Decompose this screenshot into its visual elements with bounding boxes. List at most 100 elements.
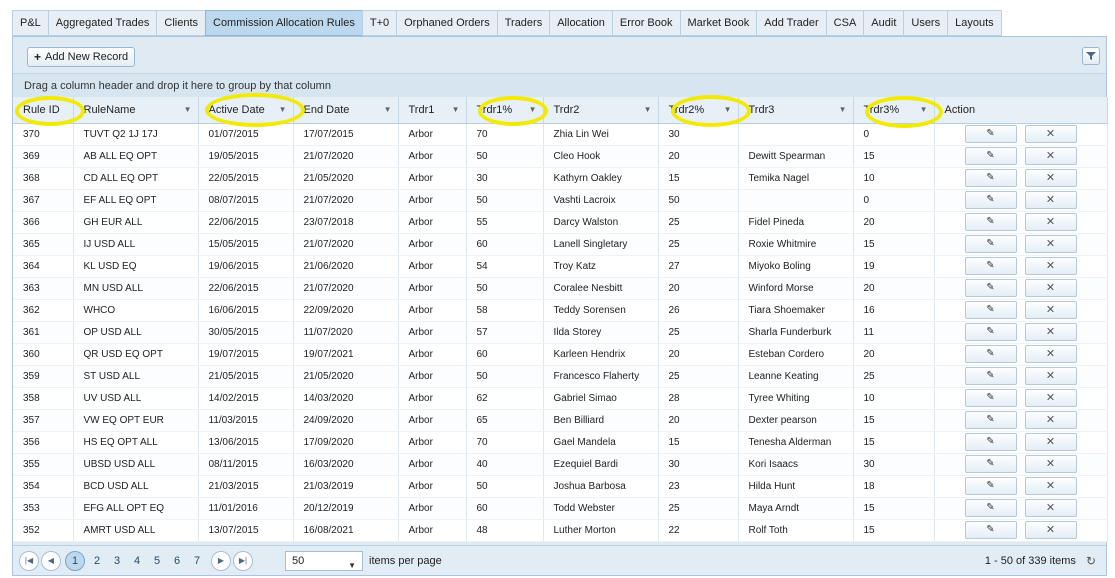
tab-orphaned-orders[interactable]: Orphaned Orders bbox=[396, 10, 497, 36]
table-row[interactable]: 361 OP USD ALL 30/05/2015 11/07/2020 Arbor 57… bbox=[13, 321, 1108, 344]
refresh-icon[interactable]: ↻ bbox=[1086, 554, 1096, 568]
table-row[interactable]: 367 EF ALL EQ OPT 08/07/2015 21/07/2020 Arbo… bbox=[13, 189, 1108, 212]
edit-button[interactable]: ✎ bbox=[964, 411, 1017, 429]
delete-button[interactable]: ✕ bbox=[1024, 521, 1077, 539]
edit-button[interactable]: ✎ bbox=[964, 389, 1017, 407]
delete-button[interactable]: ✕ bbox=[1024, 389, 1077, 407]
prev-page-icon[interactable]: ◀ bbox=[41, 550, 61, 571]
chevron-down-icon[interactable]: ▼ bbox=[279, 105, 287, 114]
edit-button[interactable]: ✎ bbox=[964, 147, 1017, 165]
column-header-active-date[interactable]: Active Date ▼ bbox=[198, 97, 294, 124]
tab-clients[interactable]: Clients bbox=[156, 10, 205, 36]
table-row[interactable]: 366 GH EUR ALL 22/06/2015 23/07/2018 Arbor 55… bbox=[13, 211, 1108, 234]
chevron-down-icon[interactable]: ▼ bbox=[839, 105, 847, 114]
page-link-5[interactable]: 5 bbox=[147, 555, 167, 567]
edit-button[interactable]: ✎ bbox=[964, 433, 1017, 451]
tab-users[interactable]: Users bbox=[903, 10, 948, 36]
delete-button[interactable]: ✕ bbox=[1024, 169, 1077, 187]
delete-button[interactable]: ✕ bbox=[1024, 191, 1077, 209]
tab-allocation[interactable]: Allocation bbox=[549, 10, 612, 36]
delete-button[interactable]: ✕ bbox=[1024, 345, 1077, 363]
table-row[interactable]: 362 WHCO 16/06/2015 22/09/2020 Arbor 58 Teddy … bbox=[13, 299, 1108, 322]
delete-button[interactable]: ✕ bbox=[1024, 235, 1077, 253]
tab-t-0[interactable]: T+0 bbox=[361, 10, 397, 36]
column-header-trdr3-pct[interactable]: Trdr3% ▼ bbox=[853, 97, 935, 124]
tab-audit[interactable]: Audit bbox=[863, 10, 904, 36]
page-link-1[interactable]: 1 bbox=[65, 550, 85, 571]
tab-csa[interactable]: CSA bbox=[825, 10, 864, 36]
table-row[interactable]: 360 QR USD EQ OPT 19/07/2015 19/07/2021 Arbo… bbox=[13, 343, 1108, 366]
edit-button[interactable]: ✎ bbox=[964, 125, 1017, 143]
column-header-trdr3[interactable]: Trdr3 ▼ bbox=[738, 97, 854, 124]
page-link-3[interactable]: 3 bbox=[107, 555, 127, 567]
table-row[interactable]: 354 BCD USD ALL 21/03/2015 21/03/2019 Arbor 5… bbox=[13, 475, 1108, 498]
edit-button[interactable]: ✎ bbox=[964, 213, 1017, 231]
edit-button[interactable]: ✎ bbox=[964, 191, 1017, 209]
filter-icon[interactable] bbox=[1082, 47, 1100, 65]
column-header-rule-id[interactable]: Rule ID bbox=[13, 97, 74, 124]
tab-error-book[interactable]: Error Book bbox=[611, 10, 680, 36]
edit-button[interactable]: ✎ bbox=[964, 521, 1017, 539]
delete-button[interactable]: ✕ bbox=[1024, 455, 1077, 473]
column-header-end-date[interactable]: End Date ▼ bbox=[293, 97, 399, 124]
table-row[interactable]: 352 AMRT USD ALL 13/07/2015 16/08/2021 Arbor… bbox=[13, 519, 1108, 542]
table-row[interactable]: 369 AB ALL EQ OPT 19/05/2015 21/07/2020 Arbo… bbox=[13, 145, 1108, 168]
table-row[interactable]: 358 UV USD ALL 14/02/2015 14/03/2020 Arbor 62… bbox=[13, 387, 1108, 410]
delete-button[interactable]: ✕ bbox=[1024, 433, 1077, 451]
chevron-down-icon[interactable]: ▼ bbox=[384, 105, 392, 114]
first-page-icon[interactable]: |◀ bbox=[19, 550, 39, 571]
edit-button[interactable]: ✎ bbox=[964, 455, 1017, 473]
chevron-down-icon[interactable]: ▼ bbox=[184, 105, 192, 114]
next-page-icon[interactable]: ▶ bbox=[211, 550, 231, 571]
table-row[interactable]: 364 KL USD EQ 19/06/2015 21/06/2020 Arbor 54 T… bbox=[13, 255, 1108, 278]
edit-button[interactable]: ✎ bbox=[964, 169, 1017, 187]
chevron-down-icon[interactable]: ▼ bbox=[920, 105, 928, 114]
table-row[interactable]: 356 HS EQ OPT ALL 13/06/2015 17/09/2020 Arbo… bbox=[13, 431, 1108, 454]
edit-button[interactable]: ✎ bbox=[964, 279, 1017, 297]
column-header-trdr1[interactable]: Trdr1 ▼ bbox=[398, 97, 467, 124]
edit-button[interactable]: ✎ bbox=[964, 301, 1017, 319]
delete-button[interactable]: ✕ bbox=[1024, 499, 1077, 517]
tab-p-l[interactable]: P&L bbox=[12, 10, 48, 36]
column-header-trdr2-pct[interactable]: Trdr2% ▼ bbox=[658, 97, 739, 124]
delete-button[interactable]: ✕ bbox=[1024, 323, 1077, 341]
column-header-trdr1-pct[interactable]: Trdr1% ▼ bbox=[466, 97, 544, 124]
edit-button[interactable]: ✎ bbox=[964, 499, 1017, 517]
delete-button[interactable]: ✕ bbox=[1024, 301, 1077, 319]
edit-button[interactable]: ✎ bbox=[964, 367, 1017, 385]
table-row[interactable]: 359 ST USD ALL 21/05/2015 21/05/2020 Arbor 50… bbox=[13, 365, 1108, 388]
table-row[interactable]: 355 UBSD USD ALL 08/11/2015 16/03/2020 Arbor… bbox=[13, 453, 1108, 476]
add-new-record-button[interactable]: + Add New Record bbox=[27, 47, 136, 67]
delete-button[interactable]: ✕ bbox=[1024, 279, 1077, 297]
last-page-icon[interactable]: ▶| bbox=[233, 550, 253, 571]
tab-layouts[interactable]: Layouts bbox=[947, 10, 1002, 36]
chevron-down-icon[interactable]: ▼ bbox=[724, 105, 732, 114]
page-link-4[interactable]: 4 bbox=[127, 555, 147, 567]
edit-button[interactable]: ✎ bbox=[964, 257, 1017, 275]
table-row[interactable]: 353 EFG ALL OPT EQ 11/01/2016 20/12/2019 Arb… bbox=[13, 497, 1108, 520]
table-row[interactable]: 370 TUVT Q2 1J 17J 01/07/2015 17/07/2015 Arb… bbox=[13, 123, 1108, 146]
edit-button[interactable]: ✎ bbox=[964, 323, 1017, 341]
delete-button[interactable]: ✕ bbox=[1024, 213, 1077, 231]
table-row[interactable]: 368 CD ALL EQ OPT 22/05/2015 21/05/2020 Arbo… bbox=[13, 167, 1108, 190]
tab-add-trader[interactable]: Add Trader bbox=[756, 10, 826, 36]
delete-button[interactable]: ✕ bbox=[1024, 125, 1077, 143]
edit-button[interactable]: ✎ bbox=[964, 477, 1017, 495]
delete-button[interactable]: ✕ bbox=[1024, 257, 1077, 275]
chevron-down-icon[interactable]: ▼ bbox=[452, 105, 460, 114]
table-row[interactable]: 363 MN USD ALL 22/06/2015 21/07/2020 Arbor 50… bbox=[13, 277, 1108, 300]
chevron-down-icon[interactable]: ▼ bbox=[529, 105, 537, 114]
edit-button[interactable]: ✎ bbox=[964, 235, 1017, 253]
table-row[interactable]: 357 VW EQ OPT EUR 11/03/2015 24/09/2020 Arbo… bbox=[13, 409, 1108, 432]
tab-market-book[interactable]: Market Book bbox=[679, 10, 757, 36]
delete-button[interactable]: ✕ bbox=[1024, 367, 1077, 385]
tab-traders[interactable]: Traders bbox=[496, 10, 550, 36]
delete-button[interactable]: ✕ bbox=[1024, 147, 1077, 165]
page-link-6[interactable]: 6 bbox=[167, 555, 187, 567]
delete-button[interactable]: ✕ bbox=[1024, 411, 1077, 429]
column-header-action[interactable]: Action bbox=[934, 97, 1108, 124]
edit-button[interactable]: ✎ bbox=[964, 345, 1017, 363]
page-link-2[interactable]: 2 bbox=[87, 555, 107, 567]
page-link-7[interactable]: 7 bbox=[187, 555, 207, 567]
column-header-rulename[interactable]: RuleName ▼ bbox=[73, 97, 199, 124]
